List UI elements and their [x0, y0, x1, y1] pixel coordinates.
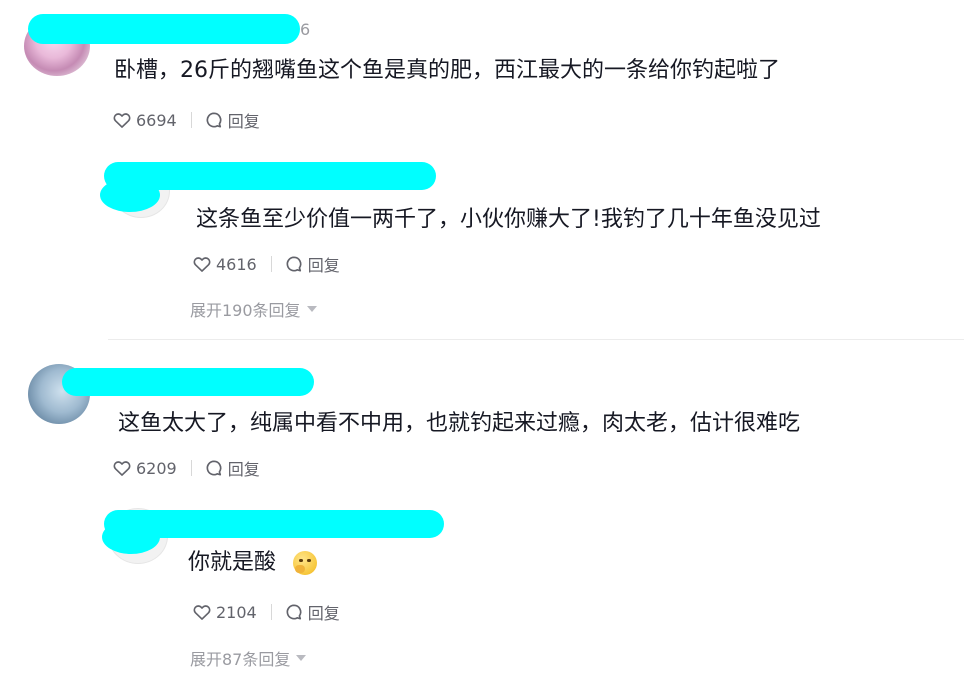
redacted-username	[102, 520, 160, 554]
reply-text: 这条鱼至少价值一两千了，小伙你赚大了!我钓了几十年鱼没见过	[196, 207, 821, 232]
caret-down-icon	[306, 306, 317, 312]
like-heart-icon[interactable]	[112, 110, 132, 130]
reply-bubble-icon[interactable]	[284, 254, 304, 274]
redacted-username	[62, 368, 314, 396]
expand-replies-button[interactable]: 展开87条回复	[190, 646, 307, 670]
reply-button[interactable]: 回复	[308, 600, 340, 624]
reply-bubble-icon[interactable]	[204, 458, 224, 478]
like-heart-icon[interactable]	[192, 602, 212, 622]
reply-text: 你就是酸	[188, 548, 318, 578]
action-divider	[190, 460, 192, 476]
action-divider	[190, 112, 192, 128]
username-fragment: 6	[300, 20, 311, 39]
redacted-username	[100, 178, 160, 212]
reply-bubble-icon[interactable]	[204, 110, 224, 130]
action-divider	[270, 604, 272, 620]
comment-text: 卧槽，26斤的翘嘴鱼这个鱼是真的肥，西江最大的一条给你钓起啦了	[114, 58, 780, 83]
expand-replies-label: 展开87条回复	[190, 650, 291, 669]
like-count: 6209	[136, 458, 177, 478]
reply-button[interactable]: 回复	[308, 252, 340, 276]
comment-actions: 6694 回复	[112, 108, 260, 132]
like-heart-icon[interactable]	[192, 254, 212, 274]
like-count: 4616	[216, 254, 257, 274]
comment-text: 这鱼太大了，纯属中看不中用，也就钓起来过瘾，肉太老，估计很难吃	[118, 411, 801, 436]
like-count: 2104	[216, 602, 257, 622]
like-count: 6694	[136, 110, 177, 130]
action-divider	[270, 256, 272, 272]
expand-replies-button[interactable]: 展开190条回复	[190, 297, 317, 321]
expand-replies-label: 展开190条回复	[190, 301, 301, 320]
reply-text-content: 你就是酸	[188, 550, 277, 575]
reply-actions: 2104 回复	[192, 600, 340, 624]
redacted-username	[28, 14, 300, 44]
comment-actions: 6209 回复	[112, 456, 260, 480]
reply-button[interactable]: 回复	[228, 108, 260, 132]
reply-bubble-icon[interactable]	[284, 602, 304, 622]
reply-button[interactable]: 回复	[228, 456, 260, 480]
reply-actions: 4616 回复	[192, 252, 340, 276]
comment-divider	[108, 339, 964, 340]
thinking-face-icon	[293, 551, 318, 575]
caret-down-icon	[296, 655, 307, 661]
like-heart-icon[interactable]	[112, 458, 132, 478]
